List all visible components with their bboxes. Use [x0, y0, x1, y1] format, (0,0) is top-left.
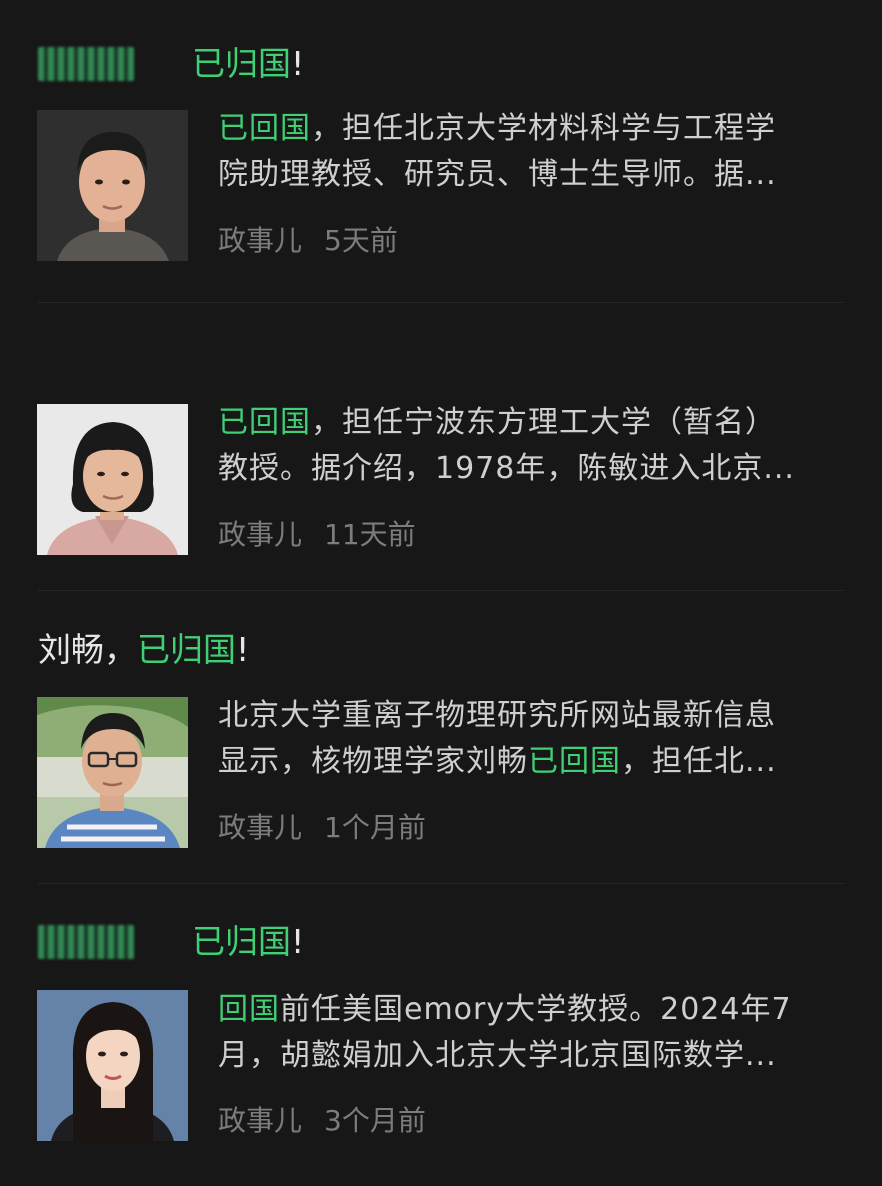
- snippet-line: 月，胡懿娟加入北京大学北京国际数学...: [218, 1038, 777, 1073]
- snippet-line: 北京大学重离子物理研究所网站最新信息: [218, 698, 776, 733]
- source-label: 政事儿: [218, 518, 303, 551]
- result-thumbnail[interactable]: [37, 697, 188, 848]
- time-label: 5天前: [324, 224, 398, 257]
- result-meta: 政事儿 3个月前: [218, 1104, 426, 1138]
- source-label: 政事儿: [218, 224, 303, 257]
- result-snippet: 回国前任美国emory大学教授。2024年7 月，胡懿娟加入北京大学北京国际数学…: [218, 987, 838, 1079]
- snippet-highlight: 已回国: [218, 111, 311, 146]
- snippet-line: 回国前任美国emory大学教授。2024年7: [218, 987, 838, 1033]
- source-label: 政事儿: [218, 811, 303, 844]
- result-title[interactable]: 已归国!: [38, 922, 304, 962]
- snippet-highlight: 已回国: [528, 744, 621, 779]
- result-snippet: 已回国，担任北京大学材料科学与工程学 院助理教授、研究员、博士生导师。据...: [218, 106, 838, 198]
- title-suffix: !: [291, 44, 305, 83]
- title-prefix: 刘畅，: [38, 630, 137, 669]
- divider: [38, 302, 844, 303]
- divider: [38, 590, 844, 591]
- result-thumbnail[interactable]: [37, 990, 188, 1141]
- snippet-line: 已回国，担任北京大学材料科学与工程学: [218, 106, 838, 152]
- snippet-line: 院助理教授、研究员、博士生导师。据...: [218, 157, 777, 192]
- result-title[interactable]: 刘畅，已归国!: [38, 630, 249, 670]
- result-snippet: 已回国，担任宁波东方理工大学（暂名） 教授。据介绍，1978年，陈敏进入北京..…: [218, 400, 838, 492]
- snippet-text: ，担任宁波东方理工大学（暂名）: [311, 405, 776, 440]
- portrait-man-glasses-icon: [37, 697, 188, 848]
- portrait-woman-icon: [37, 404, 188, 555]
- blurred-name: [38, 47, 134, 81]
- snippet-line: 教授。据介绍，1978年，陈敏进入北京...: [218, 451, 795, 486]
- time-label: 11天前: [324, 518, 416, 551]
- result-meta: 政事儿 1个月前: [218, 811, 426, 845]
- source-label: 政事儿: [218, 1104, 303, 1137]
- portrait-woman-longhair-icon: [37, 990, 188, 1141]
- snippet-line: 已回国，担任宁波东方理工大学（暂名）: [218, 400, 838, 446]
- result-thumbnail[interactable]: [37, 110, 188, 261]
- snippet-text: 显示，核物理学家刘畅: [218, 744, 528, 779]
- snippet-highlight: 回国: [218, 992, 280, 1027]
- title-highlight: 已归国: [192, 44, 291, 83]
- snippet-text: 前任美国emory大学教授。2024年7: [280, 992, 792, 1027]
- result-meta: 政事儿 11天前: [218, 518, 416, 552]
- result-title[interactable]: 已归国!: [38, 44, 304, 84]
- title-suffix: !: [291, 922, 305, 961]
- portrait-man-icon: [37, 110, 188, 261]
- snippet-line: 显示，核物理学家刘畅已回国，担任北...: [218, 739, 838, 785]
- blurred-name: [38, 925, 134, 959]
- title-highlight: 已归国: [192, 922, 291, 961]
- title-highlight: 已归国: [137, 630, 236, 669]
- result-thumbnail[interactable]: [37, 404, 188, 555]
- snippet-text: ，担任北京大学材料科学与工程学: [311, 111, 776, 146]
- result-snippet: 北京大学重离子物理研究所网站最新信息 显示，核物理学家刘畅已回国，担任北...: [218, 693, 838, 785]
- result-meta: 政事儿 5天前: [218, 224, 398, 258]
- time-label: 3个月前: [324, 1104, 426, 1137]
- snippet-text: ，担任北...: [621, 744, 777, 779]
- divider: [38, 883, 844, 884]
- snippet-highlight: 已回国: [218, 405, 311, 440]
- title-suffix: !: [236, 630, 250, 669]
- time-label: 1个月前: [324, 811, 426, 844]
